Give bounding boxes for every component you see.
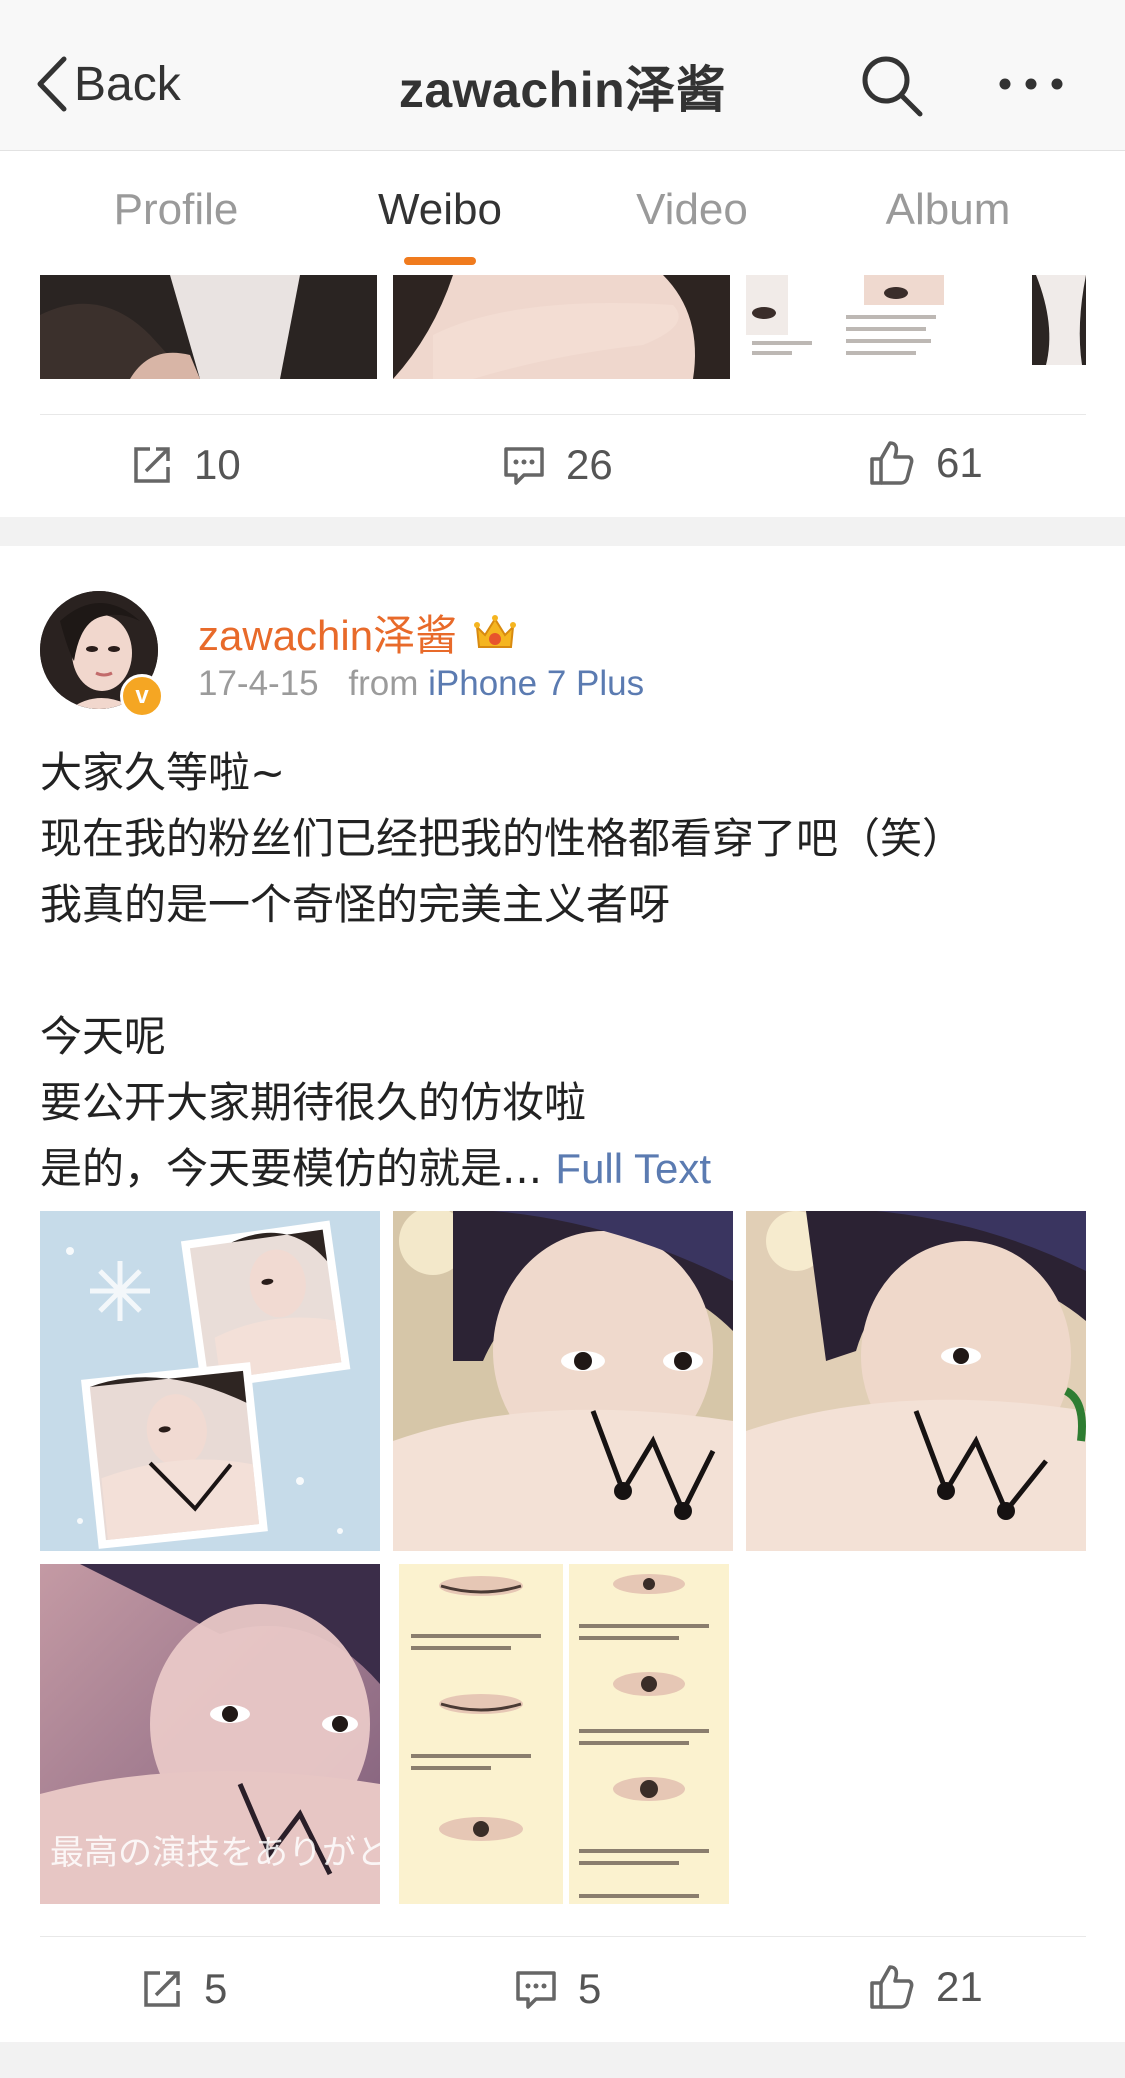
post-line-text: 是的，今天要模仿的就是... [40,1144,543,1193]
post-action-bar: 5 5 21 [40,1936,1086,2043]
like-count: 21 [936,1963,983,2010]
page-title: zawachin泽酱 [398,62,727,118]
repost-button[interactable]: 5 [140,1965,227,2013]
weibo-post-card: v zawachin泽酱 17-4-15 from iPhone 7 Plus … [0,546,1125,2042]
post-action-bar: 10 26 61 [40,414,1086,518]
post-source[interactable]: iPhone 7 Plus [428,664,644,703]
full-text-link[interactable]: Full Text [555,1145,711,1192]
comment-button[interactable]: 5 [514,1965,601,2013]
post-image[interactable] [746,1211,1086,1551]
repost-icon [144,1971,180,2007]
post-line: 今天呢 [40,1012,167,1061]
verified-badge: v [120,674,164,718]
like-count: 61 [936,439,983,486]
image-caption: 最高の演技をありがとう [50,1833,380,1873]
tab-profile[interactable]: Profile [76,185,276,235]
post-image[interactable] [393,275,730,379]
author-name: zawachin泽酱 [198,612,458,659]
post-date: 17-4-15 [198,664,319,703]
post-line: 要公开大家期待很久的仿妆啦 [40,1078,587,1127]
post-line: 现在我的粉丝们已经把我的性格都看穿了吧（笑） [40,814,965,863]
post-image[interactable] [40,1211,380,1551]
post-line: 大家久等啦~ [40,748,286,797]
post-image[interactable] [393,1211,733,1551]
navigation-bar: Back zawachin泽酱 [0,0,1125,151]
thumbs-up-icon [870,441,914,485]
comment-count: 26 [566,441,613,488]
repost-button[interactable]: 10 [130,441,241,489]
like-button[interactable]: 21 [868,1963,983,2011]
active-tab-indicator [404,257,476,265]
comment-button[interactable]: 26 [502,441,613,489]
post-author[interactable]: zawachin泽酱 [198,602,517,663]
tab-video[interactable]: Video [592,185,792,235]
repost-count: 10 [194,441,241,488]
thumbs-up-icon [870,1965,914,2009]
like-button[interactable]: 61 [868,439,983,487]
comment-count: 5 [578,1965,602,2012]
more-icon[interactable] [996,66,1066,102]
post-image[interactable] [40,275,377,379]
search-icon[interactable] [858,52,924,118]
source-prefix: from [348,664,419,703]
weibo-post-card: 10 26 61 [0,275,1125,517]
crown-icon [474,614,517,648]
profile-tab-bar: Profile Weibo Video Album [0,151,1125,276]
tab-weibo[interactable]: Weibo [340,185,540,235]
post-meta: 17-4-15 from iPhone 7 Plus [198,664,644,704]
post-line: 是的，今天要模仿的就是... Full Text [40,1136,1090,1202]
post-line [40,938,1090,1004]
repost-count: 5 [204,1965,228,2012]
comment-icon [516,1971,556,2009]
post-line: 我真的是一个奇怪的完美主义者呀 [40,880,671,929]
repost-icon [134,447,170,483]
tab-album[interactable]: Album [848,185,1048,235]
post-image[interactable] [393,1564,733,1904]
post-image[interactable]: 最高の演技をありがとう [40,1564,380,1904]
post-image[interactable] [746,275,1086,379]
post-body: 大家久等啦~ 现在我的粉丝们已经把我的性格都看穿了吧（笑） 我真的是一个奇怪的完… [40,740,1090,1202]
comment-icon [504,447,544,485]
